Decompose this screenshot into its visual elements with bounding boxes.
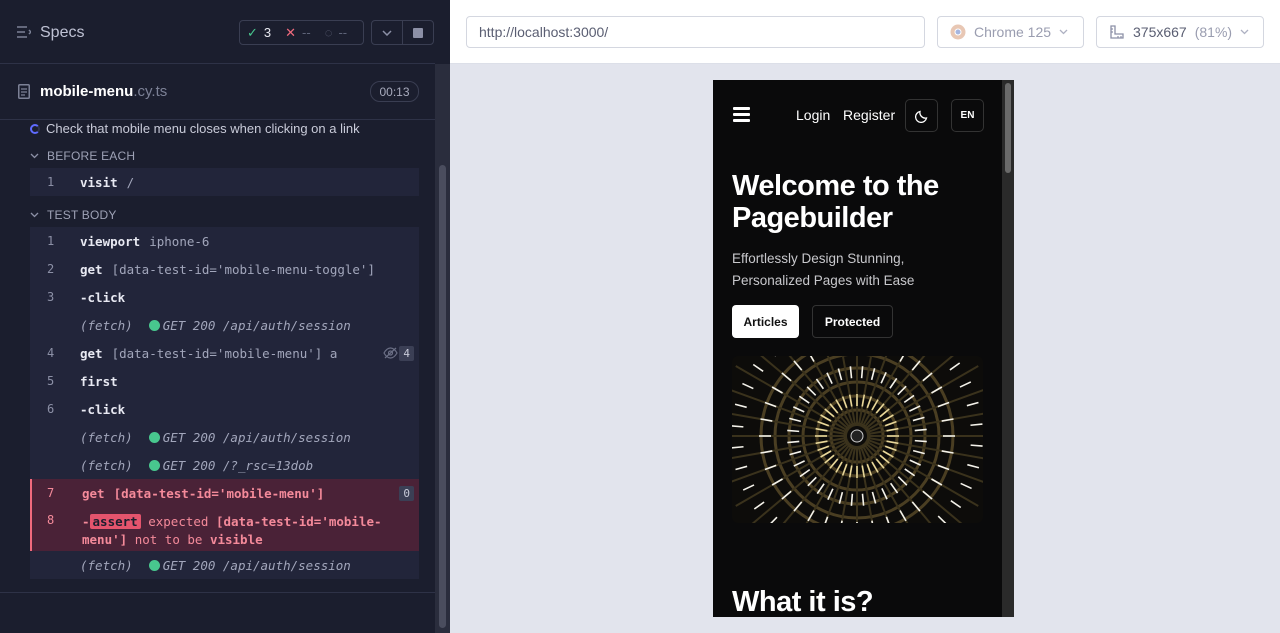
browser-select[interactable]: Chrome 125 [937, 16, 1084, 48]
command-row[interactable]: 5 first [30, 367, 419, 395]
ruler-icon [1110, 25, 1124, 39]
language-button[interactable]: EN [951, 99, 984, 132]
protected-button[interactable]: Protected [812, 305, 893, 338]
test-body-header[interactable]: TEST BODY [30, 208, 117, 222]
before-each-header[interactable]: BEFORE EACH [30, 149, 135, 163]
app-navbar: Login Register EN [713, 98, 1002, 132]
failed-command-group: 7 get [data-test-id='mobile-menu'] 0 8 -… [30, 479, 419, 551]
viewport-select[interactable]: 375x667 (81%) [1096, 16, 1264, 48]
failed-count: -- [302, 25, 311, 40]
login-link[interactable]: Login [796, 107, 830, 123]
element-count-badge: 0 [399, 486, 414, 501]
app-scrollbar[interactable] [1002, 80, 1014, 617]
command-row[interactable]: 3 -click [30, 283, 419, 311]
command-log-panel: Specs ✓ 3 ✕ -- ◌ -- mobile-menu.cy.ts 00:13… [0, 0, 450, 633]
stop-icon [413, 27, 423, 38]
assert-row[interactable]: 8 - assert expected [data-test-id='mobile… [32, 507, 419, 551]
status-dot-icon [148, 559, 160, 571]
test-body-commands: 1 viewport iphone-6 2 get [data-test-id=… [30, 227, 419, 579]
chevron-down-icon [30, 212, 39, 218]
x-icon: ✕ [285, 24, 297, 40]
spec-file-header: mobile-menu.cy.ts 00:13 [0, 65, 435, 120]
run-duration: 00:13 [370, 81, 419, 102]
chevron-down-icon [1240, 29, 1249, 35]
element-count-badge: 4 [399, 346, 414, 361]
section-title: What it is? [732, 586, 874, 617]
running-spinner-icon [30, 123, 40, 134]
command-row[interactable]: 1 visit / [30, 168, 419, 196]
status-dot-icon [148, 431, 160, 443]
fetch-row[interactable]: (fetch) GET 200 /?_rsc=13dob [30, 451, 419, 479]
command-row[interactable]: 2 get [data-test-id='mobile-menu-toggle'… [30, 255, 419, 283]
chevron-down-icon [30, 153, 39, 159]
moon-icon [914, 110, 927, 123]
pending-count: -- [338, 25, 348, 40]
chrome-icon [950, 24, 966, 40]
app-viewport: Login Register EN Welcome to the Pagebui… [713, 80, 1014, 617]
expand-button[interactable] [371, 20, 403, 45]
passed-count: 3 [263, 25, 272, 40]
specs-list-icon[interactable] [17, 26, 31, 38]
specs-title[interactable]: Specs [40, 24, 84, 42]
fetch-row[interactable]: (fetch) GET 200 /api/auth/session [30, 311, 419, 339]
scrollbar[interactable] [439, 165, 446, 628]
check-icon: ✓ [247, 24, 258, 40]
theme-toggle-button[interactable] [905, 99, 938, 132]
hero-subtitle: Effortlessly Design Stunning, Personaliz… [732, 251, 915, 288]
hero-title: Welcome to the Pagebuilder [732, 170, 939, 234]
specs-header: Specs ✓ 3 ✕ -- ◌ -- [0, 0, 435, 64]
preview-toolbar: http://localhost:3000/ Chrome 125 375x66… [450, 0, 1280, 64]
test-stats: ✓ 3 ✕ -- ◌ -- [239, 20, 364, 45]
status-dot-icon [148, 459, 160, 471]
assert-tag: assert [89, 514, 141, 529]
chevron-down-icon [1059, 29, 1068, 35]
command-row[interactable]: 4 get [data-test-id='mobile-menu'] a 4 [30, 339, 419, 367]
test-title[interactable]: Check that mobile menu closes when click… [30, 121, 360, 136]
url-input[interactable]: http://localhost:3000/ [466, 16, 925, 48]
divider [0, 592, 435, 593]
before-each-commands: 1 visit / [30, 168, 419, 196]
status-dot-icon [148, 319, 160, 331]
register-link[interactable]: Register [843, 107, 895, 123]
pending-icon: ◌ [324, 25, 333, 40]
fetch-row[interactable]: (fetch) GET 200 /api/auth/session [30, 551, 419, 579]
app-preview-panel: http://localhost:3000/ Chrome 125 375x66… [450, 0, 1280, 633]
articles-button[interactable]: Articles [732, 305, 799, 338]
spec-file-name: mobile-menu.cy.ts [40, 83, 168, 100]
menu-icon[interactable] [733, 107, 750, 122]
command-row[interactable]: 1 viewport iphone-6 [30, 227, 419, 255]
fetch-row[interactable]: (fetch) GET 200 /api/auth/session [30, 423, 419, 451]
command-row[interactable]: 6 -click [30, 395, 419, 423]
document-icon [18, 84, 30, 99]
hero-image [732, 356, 983, 523]
stop-button[interactable] [402, 20, 434, 45]
chevron-down-icon [382, 29, 392, 36]
command-row[interactable]: 7 get [data-test-id='mobile-menu'] 0 [32, 479, 419, 507]
eye-slash-icon [383, 347, 398, 359]
